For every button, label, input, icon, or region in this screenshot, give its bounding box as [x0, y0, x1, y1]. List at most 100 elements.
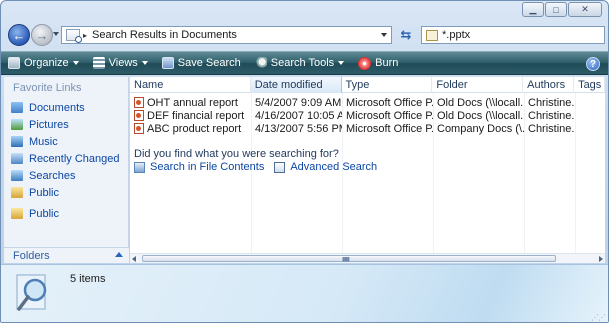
sidebar-item-documents[interactable]: Documents [11, 99, 127, 116]
column-header-authors[interactable]: Authors [523, 77, 575, 93]
help-button[interactable]: ? [586, 57, 600, 71]
file-type: Microsoft Office P... [346, 109, 433, 122]
sidebar-item-searches[interactable]: Searches [11, 167, 127, 184]
folders-toggle[interactable]: Folders [4, 247, 129, 263]
organize-label: Organize [24, 57, 69, 69]
sidebar-item-label: Recently Changed [29, 152, 120, 165]
file-authors: Christine... [528, 96, 575, 109]
search-icon [426, 29, 438, 41]
column-header-type[interactable]: Type [342, 77, 433, 93]
address-bar[interactable]: ▸ Search Results in Documents [61, 26, 392, 44]
table-row[interactable]: OHT annual report 5/4/2007 9:09 AM Micro… [130, 96, 605, 109]
table-row[interactable]: DEF financial report 4/16/2007 10:05 AM … [130, 109, 605, 122]
file-name: ABC product report [147, 122, 242, 135]
search-in-file-contents-link[interactable]: Search in File Contents [134, 161, 264, 173]
minimize-icon: ▁ [529, 4, 537, 14]
search-contents-icon [134, 161, 145, 173]
chevron-up-icon [115, 252, 123, 257]
scrollbar-grip-icon: ▮▮▮ [342, 257, 350, 263]
search-tools-label: Search Tools [270, 57, 335, 69]
sidebar-item-music[interactable]: Music [11, 133, 127, 150]
close-icon: ✕ [581, 4, 589, 14]
file-folder: Old Docs (\\locall... [437, 109, 524, 122]
explorer-window: ▁ □ ✕ ← → ▸ Search Results in Documents … [0, 0, 609, 323]
sidebar-item-label: Documents [29, 101, 85, 114]
scroll-left-icon[interactable] [132, 256, 136, 262]
search-box[interactable] [421, 26, 605, 44]
refresh-button[interactable]: ⇆ [397, 26, 415, 44]
forward-button[interactable]: → [31, 24, 53, 46]
views-icon [92, 57, 105, 69]
organize-icon [8, 57, 20, 69]
address-path[interactable]: Search Results in Documents [92, 29, 237, 41]
file-type: Microsoft Office P... [346, 122, 433, 135]
file-name-cell: DEF financial report [130, 110, 251, 122]
save-search-button[interactable]: Save Search [155, 52, 248, 74]
views-button[interactable]: Views [86, 52, 155, 74]
resize-grip-icon[interactable]: ⋰⋰ [591, 313, 606, 322]
file-type: Microsoft Office P... [346, 96, 433, 109]
caption-buttons: ▁ □ ✕ [521, 2, 602, 17]
sidebar-item-public[interactable]: Public [11, 184, 127, 201]
file-name: OHT annual report [147, 96, 238, 109]
searches-icon [11, 170, 23, 181]
navigation-pane: Favorite Links Documents Pictures Music … [4, 77, 129, 263]
file-name-cell: ABC product report [130, 123, 251, 135]
burn-label: Burn [375, 57, 399, 69]
favorite-links-title: Favorite Links [13, 82, 82, 94]
favorite-links-list: Documents Pictures Music Recently Change… [11, 99, 127, 222]
close-button[interactable]: ✕ [568, 2, 602, 17]
sidebar-item-label: Pictures [29, 118, 69, 131]
music-icon [11, 136, 23, 147]
address-dropdown-icon[interactable] [381, 33, 387, 37]
organize-button[interactable]: Organize [1, 52, 86, 74]
file-date: 4/16/2007 10:05 AM [255, 109, 342, 122]
burn-disc-icon [358, 56, 372, 70]
file-folder: Old Docs (\\locall... [437, 96, 524, 109]
public-folder-icon [11, 208, 23, 219]
powerpoint-file-icon [134, 97, 144, 108]
search-input[interactable] [442, 29, 592, 41]
sidebar-item-public-2[interactable]: Public [11, 205, 127, 222]
scroll-right-icon[interactable] [599, 256, 603, 262]
search-feedback-question: Did you find what you were searching for… [134, 148, 339, 160]
advanced-search-link[interactable]: Advanced Search [274, 161, 377, 173]
command-toolbar: Organize Views Save Search Search Tools … [1, 51, 608, 75]
public-folder-icon [11, 187, 23, 198]
folders-label: Folders [13, 249, 50, 262]
column-header-folder[interactable]: Folder [432, 77, 524, 93]
horizontal-scrollbar[interactable]: ▮▮▮ [130, 253, 605, 263]
refresh-icon: ⇆ [400, 27, 412, 42]
column-header-date-modified[interactable]: Date modified [250, 77, 342, 93]
column-header-name[interactable]: Name [130, 77, 251, 93]
back-button[interactable]: ← [8, 24, 30, 46]
recent-pages-dropdown[interactable] [53, 32, 59, 36]
sidebar-item-recently-changed[interactable]: Recently Changed [11, 150, 127, 167]
burn-button[interactable]: Burn [351, 52, 405, 74]
file-rows: OHT annual report 5/4/2007 9:09 AM Micro… [130, 96, 605, 135]
table-row[interactable]: ABC product report 4/13/2007 5:56 PM Mic… [130, 122, 605, 135]
forward-arrow-icon: → [35, 27, 49, 43]
column-headers: Name Date modified Type Folder Authors T… [130, 77, 605, 93]
powerpoint-file-icon [134, 110, 144, 121]
pictures-icon [11, 119, 23, 130]
sidebar-item-label: Public [29, 207, 59, 220]
file-name-cell: OHT annual report [130, 97, 251, 109]
chevron-down-icon [72, 61, 79, 65]
file-authors: Christine... [528, 122, 575, 135]
search-in-file-contents-label: Search in File Contents [150, 161, 265, 173]
minimize-button[interactable]: ▁ [522, 2, 544, 17]
save-search-icon [161, 57, 174, 69]
sidebar-item-label: Public [29, 186, 59, 199]
maximize-button[interactable]: □ [545, 2, 567, 17]
file-authors: Christine... [528, 109, 575, 122]
search-tools-icon [254, 57, 267, 69]
column-header-tags[interactable]: Tags [574, 77, 605, 93]
scrollbar-thumb[interactable] [142, 255, 556, 262]
sidebar-item-pictures[interactable]: Pictures [11, 116, 127, 133]
navigation-bar: ← → ▸ Search Results in Documents ⇆ [1, 21, 608, 49]
powerpoint-file-icon [134, 123, 144, 134]
address-separator: ▸ [83, 30, 88, 40]
sidebar-item-label: Music [29, 135, 58, 148]
search-tools-button[interactable]: Search Tools [248, 52, 351, 74]
